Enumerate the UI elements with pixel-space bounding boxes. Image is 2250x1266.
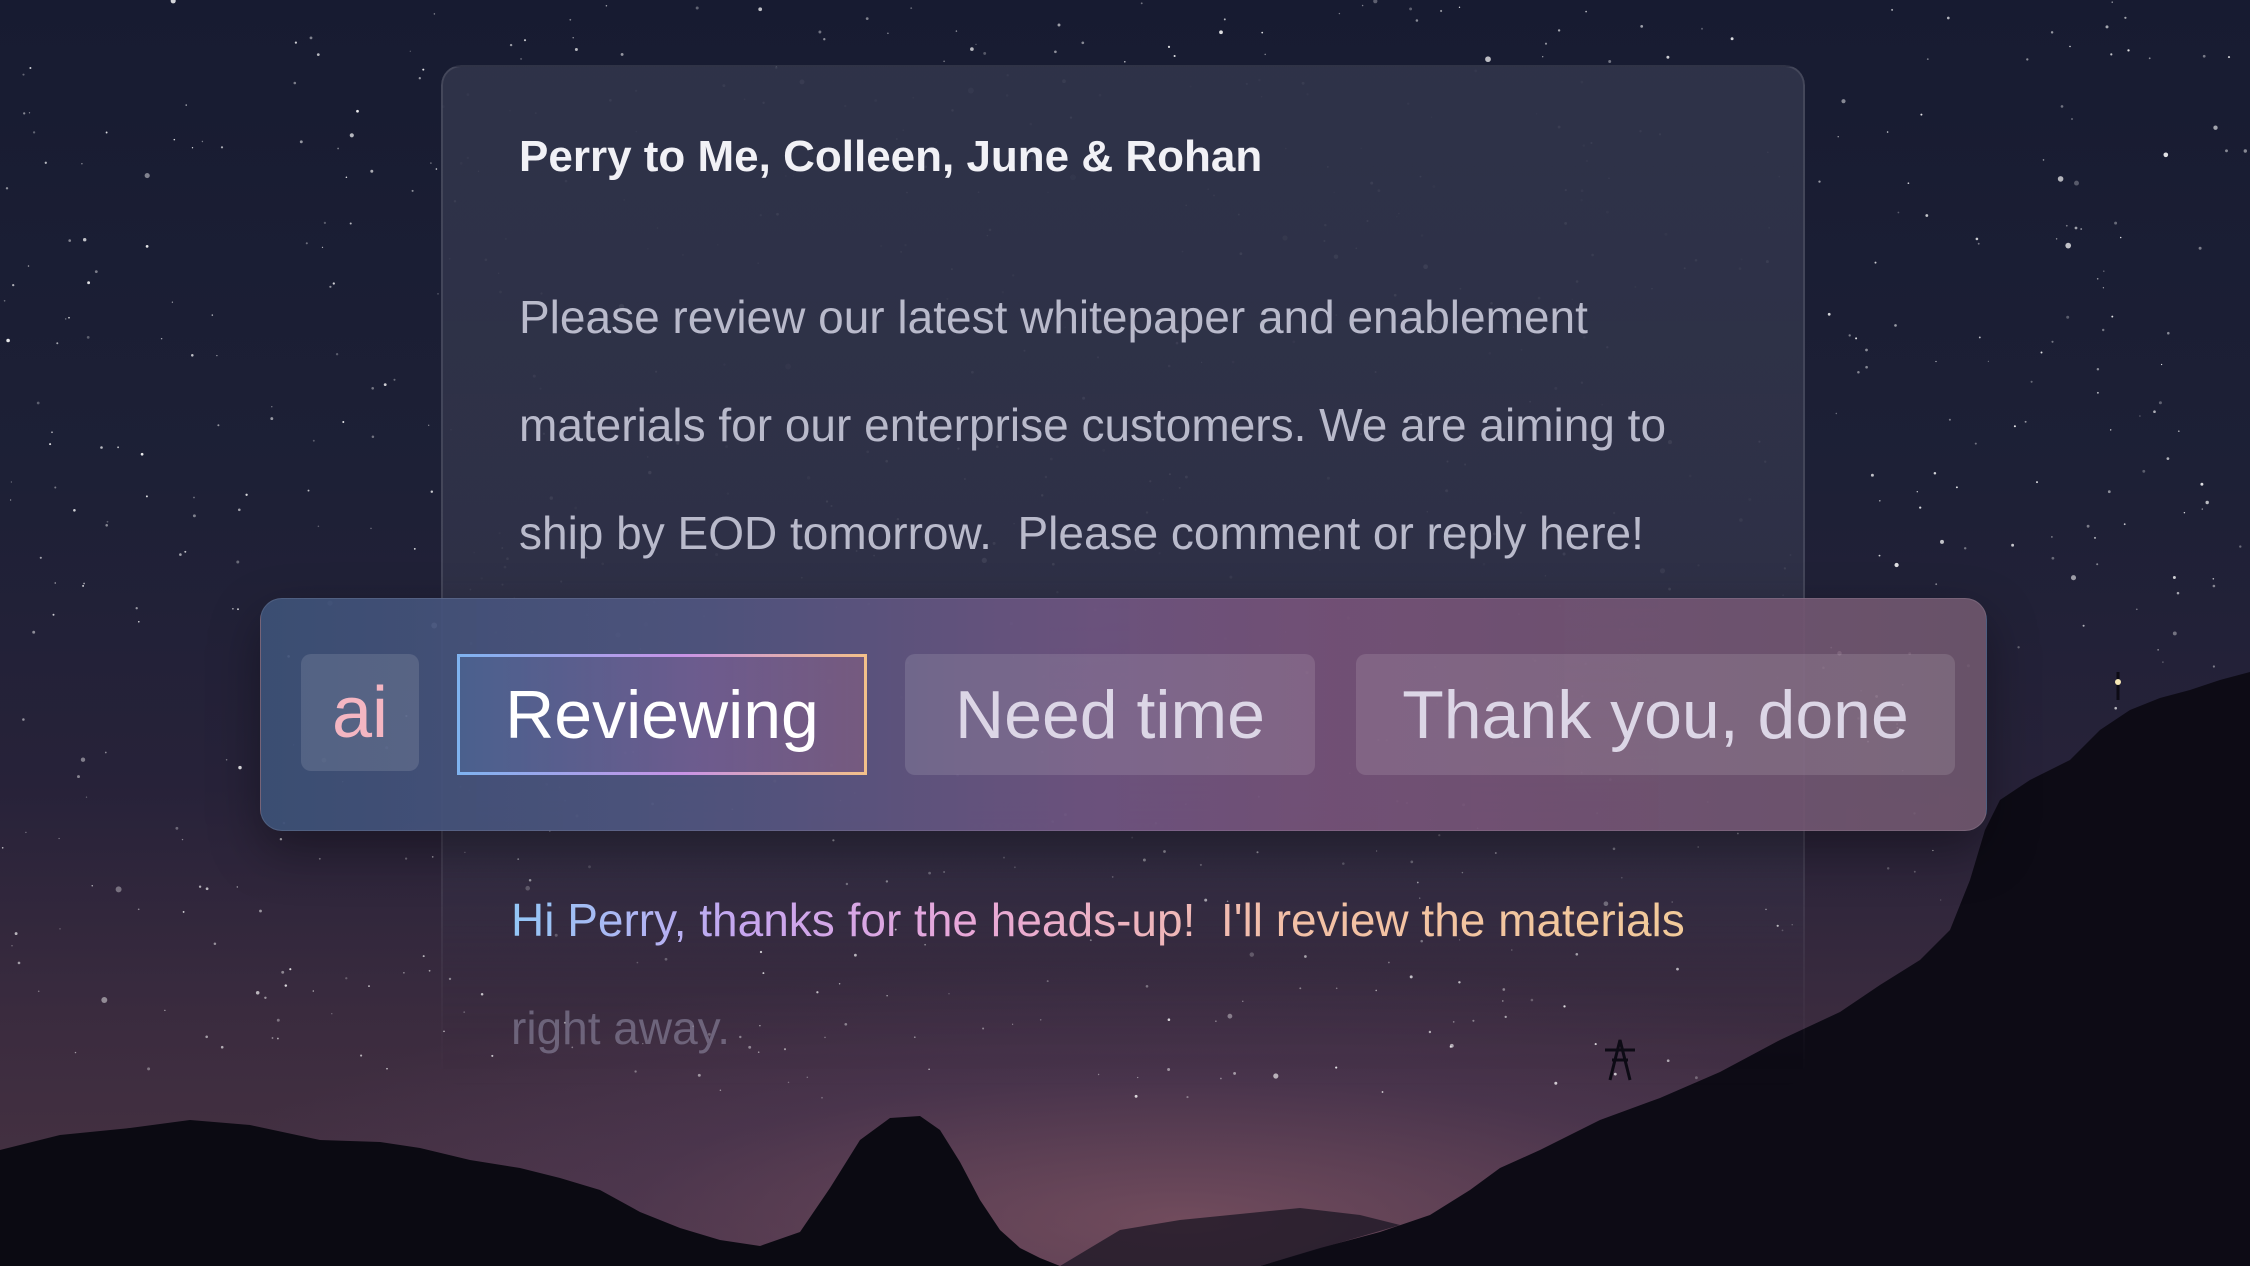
email-body: Please review our latest whitepaper and … xyxy=(519,263,1779,587)
draft-reply-line: Hi Perry, thanks for the heads-up! I'll … xyxy=(511,866,1811,974)
email-body-line: ship by EOD tomorrow. Please comment or … xyxy=(519,507,1644,559)
reply-option-thank-you-done[interactable]: Thank you, done xyxy=(1356,654,1955,775)
email-body-line: materials for our enterprise customers. … xyxy=(519,399,1667,451)
ai-badge: ai xyxy=(301,654,419,771)
email-sender-line: Perry to Me, Colleen, June & Rohan xyxy=(519,132,1263,181)
reply-option-need-time[interactable]: Need time xyxy=(905,654,1315,775)
draft-reply-line: right away. xyxy=(511,1002,731,1054)
email-body-line: Please review our latest whitepaper and … xyxy=(519,291,1588,343)
reply-option-reviewing[interactable]: Reviewing xyxy=(457,654,867,775)
draft-reply[interactable]: Hi Perry, thanks for the heads-up! I'll … xyxy=(511,866,1811,1082)
